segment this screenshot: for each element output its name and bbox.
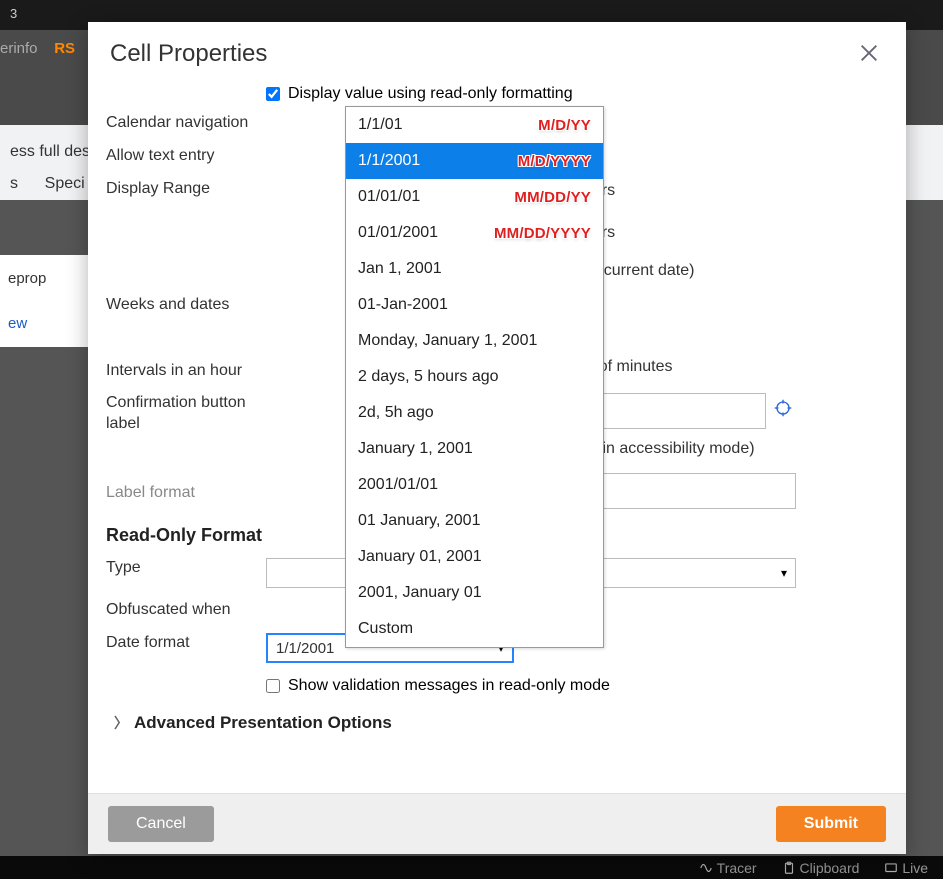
date-format-option[interactable]: Jan 1, 2001 <box>346 251 603 287</box>
label-date-format: Date format <box>106 627 266 660</box>
bg-side-panel: eprop ew <box>0 255 88 347</box>
option-format-hint: M/D/YYYY <box>518 153 591 170</box>
chevron-right-icon: 〉 <box>114 713 128 733</box>
status-live[interactable]: Live <box>884 860 928 876</box>
option-label: 1/1/2001 <box>358 152 420 170</box>
titlebar-badge: 3 <box>10 6 17 21</box>
option-label: Jan 1, 2001 <box>358 260 442 278</box>
label-calendar-nav: Calendar navigation <box>106 107 266 140</box>
date-format-option[interactable]: 01 January, 2001 <box>346 503 603 539</box>
option-label: 01/01/2001 <box>358 224 438 242</box>
date-format-option[interactable]: Custom <box>346 611 603 647</box>
label-confirm-button: Confirmation button label <box>106 387 266 441</box>
date-format-option[interactable]: 1/1/01 M/D/YY <box>346 107 603 143</box>
option-label: Custom <box>358 620 413 638</box>
date-format-option[interactable]: 01/01/2001 MM/DD/YYYY <box>346 215 603 251</box>
close-icon <box>858 42 880 64</box>
date-format-option[interactable]: 2 days, 5 hours ago <box>346 359 603 395</box>
modal-title: Cell Properties <box>110 40 267 68</box>
toolbar-text: erinfo <box>0 40 38 57</box>
cancel-button[interactable]: Cancel <box>108 806 214 842</box>
toolbar-highlight: RS <box>54 40 75 57</box>
target-icon[interactable] <box>774 399 792 417</box>
label-weeks-dates: Weeks and dates <box>106 289 266 322</box>
status-clipboard[interactable]: Clipboard <box>782 860 860 876</box>
option-label: 2d, 5h ago <box>358 404 434 422</box>
label-obfuscated: Obfuscated when <box>106 594 266 627</box>
date-format-option[interactable]: Monday, January 1, 2001 <box>346 323 603 359</box>
cell-properties-modal: Cell Properties Display value using read… <box>88 22 906 854</box>
date-format-option[interactable]: January 01, 2001 <box>346 539 603 575</box>
date-format-option[interactable]: January 1, 2001 <box>346 431 603 467</box>
nav-item-spec[interactable]: Speci <box>45 175 85 192</box>
option-format-hint: MM/DD/YYYY <box>494 225 591 242</box>
advanced-options-toggle[interactable]: 〉 Advanced Presentation Options <box>106 699 888 739</box>
label-label-format: Label format <box>106 467 266 510</box>
app-statusbar: Tracer Clipboard Live <box>0 856 943 879</box>
label-display-range: Display Range <box>106 173 266 206</box>
date-format-option[interactable]: 01/01/01 MM/DD/YY <box>346 179 603 215</box>
readonly-format-checkbox[interactable] <box>266 87 280 101</box>
modal-header: Cell Properties <box>88 22 906 81</box>
option-label: 2001/01/01 <box>358 476 438 494</box>
close-button[interactable] <box>854 40 884 71</box>
option-label: 2 days, 5 hours ago <box>358 368 499 386</box>
option-label: 01-Jan-2001 <box>358 296 448 314</box>
option-label: Monday, January 1, 2001 <box>358 332 537 350</box>
submit-button[interactable]: Submit <box>776 806 886 842</box>
date-format-selected-value: 1/1/2001 <box>276 640 334 657</box>
advanced-options-label: Advanced Presentation Options <box>134 713 392 733</box>
panel-label: eprop <box>8 270 80 287</box>
date-format-option[interactable]: 2d, 5h ago <box>346 395 603 431</box>
modal-footer: Cancel Submit <box>88 793 906 854</box>
date-format-dropdown[interactable]: 1/1/01 M/D/YY 1/1/2001 M/D/YYYY 01/01/01 MM/D… <box>345 106 604 648</box>
option-format-hint: M/D/YY <box>538 117 591 134</box>
date-format-option[interactable]: 1/1/2001 M/D/YYYY <box>346 143 603 179</box>
option-format-hint: MM/DD/YY <box>514 189 591 206</box>
show-validation-checkbox[interactable] <box>266 679 280 693</box>
status-tracer[interactable]: Tracer <box>699 860 757 876</box>
option-label: January 1, 2001 <box>358 440 473 458</box>
date-format-option[interactable]: 01-Jan-2001 <box>346 287 603 323</box>
panel-link[interactable]: ew <box>8 315 80 332</box>
option-label: 01/01/01 <box>358 188 420 206</box>
label-type: Type <box>106 552 266 585</box>
label-intervals: Intervals in an hour <box>106 355 266 388</box>
option-label: January 01, 2001 <box>358 548 482 566</box>
nav-fragment-2: s <box>10 175 18 192</box>
readonly-format-label: Display value using read-only formatting <box>288 85 573 103</box>
date-format-option[interactable]: 2001/01/01 <box>346 467 603 503</box>
option-label: 01 January, 2001 <box>358 512 480 530</box>
date-format-option[interactable]: 2001, January 01 <box>346 575 603 611</box>
option-label: 1/1/01 <box>358 116 402 134</box>
option-label: 2001, January 01 <box>358 584 482 602</box>
show-validation-label: Show validation messages in read-only mo… <box>288 677 610 695</box>
label-allow-text: Allow text entry <box>106 140 266 173</box>
